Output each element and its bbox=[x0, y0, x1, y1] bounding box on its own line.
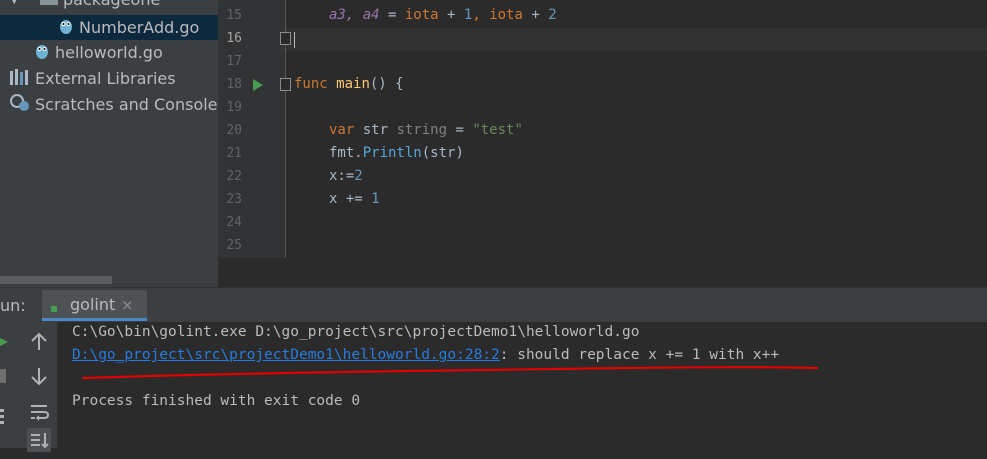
line-number: 23 bbox=[226, 192, 242, 207]
fold-start-icon[interactable] bbox=[280, 78, 291, 91]
code-line-22: x:=2 bbox=[329, 168, 363, 184]
line-number: 22 bbox=[226, 169, 242, 184]
project-tree: ▼ packageone NumberAdd.go helloworld.go … bbox=[0, 0, 218, 287]
tree-item-helloworld[interactable]: helloworld.go bbox=[0, 40, 218, 65]
code-line-20: var str string = "test" bbox=[329, 122, 523, 138]
code-line-23: x += 1 bbox=[329, 191, 380, 207]
current-line-highlight bbox=[285, 28, 987, 51]
line-number: 17 bbox=[226, 54, 242, 69]
tree-item-label: Scratches and Consoles bbox=[35, 95, 218, 114]
tree-item-numberadd[interactable]: NumberAdd.go bbox=[0, 15, 218, 40]
scratches-icon bbox=[10, 93, 30, 116]
code-line-18: func main() { bbox=[294, 76, 404, 92]
tree-item-packageone[interactable]: ▼ packageone bbox=[0, 0, 218, 12]
gopher-icon bbox=[58, 17, 74, 39]
tree-item-label: NumberAdd.go bbox=[79, 18, 200, 37]
line-number: 25 bbox=[226, 238, 242, 253]
run-gutter-icon[interactable] bbox=[252, 77, 264, 96]
tree-item-label: External Libraries bbox=[35, 69, 176, 88]
tab-label: golint bbox=[70, 295, 116, 314]
tree-horizontal-scrollbar[interactable] bbox=[0, 276, 112, 284]
tree-item-label: packageone bbox=[63, 0, 160, 9]
folder-icon bbox=[40, 0, 58, 9]
gopher-icon bbox=[34, 42, 50, 64]
tree-item-scratches[interactable]: Scratches and Consoles bbox=[0, 92, 218, 117]
run-tab-icon bbox=[51, 306, 57, 312]
code-line-15: a3, a4 = iota + 1, iota + 2 bbox=[329, 7, 557, 23]
settings-icon[interactable] bbox=[0, 404, 14, 428]
run-panel-header: un: golint × bbox=[0, 287, 987, 323]
run-panel-title: un: bbox=[0, 296, 26, 315]
fold-end-icon[interactable] bbox=[280, 32, 291, 45]
tree-item-external-libraries[interactable]: External Libraries bbox=[0, 66, 218, 91]
line-number: 20 bbox=[226, 123, 242, 138]
tab-golint[interactable]: golint × bbox=[42, 290, 147, 321]
scroll-down-icon[interactable] bbox=[27, 364, 51, 388]
editor-bottom-area bbox=[218, 258, 987, 287]
scroll-up-icon[interactable] bbox=[27, 330, 51, 354]
text-caret bbox=[294, 32, 295, 48]
console-output[interactable] bbox=[0, 322, 987, 448]
soft-wrap-icon[interactable] bbox=[27, 400, 51, 424]
line-number: 21 bbox=[226, 146, 242, 161]
red-underline-annotation bbox=[81, 366, 819, 380]
line-number: 16 bbox=[226, 31, 242, 46]
scroll-to-end-icon[interactable] bbox=[27, 428, 51, 452]
console-line-command: C:\Go\bin\golint.exe D:\go_project\src\p… bbox=[72, 324, 640, 340]
rerun-icon[interactable] bbox=[0, 330, 14, 354]
run-toolbar bbox=[0, 322, 58, 452]
console-line-exit: Process finished with exit code 0 bbox=[72, 393, 361, 409]
line-number: 19 bbox=[226, 100, 242, 115]
code-line-21: fmt.Println(str) bbox=[329, 145, 464, 161]
tab-close-icon[interactable]: × bbox=[121, 296, 134, 314]
expand-arrow-icon[interactable]: ▼ bbox=[10, 0, 26, 6]
line-number: 24 bbox=[226, 215, 242, 230]
line-number: 18 bbox=[226, 77, 242, 92]
tree-item-label: helloworld.go bbox=[55, 43, 163, 62]
line-number: 15 bbox=[226, 8, 242, 23]
stop-icon[interactable] bbox=[0, 364, 14, 388]
libraries-icon bbox=[10, 68, 30, 89]
